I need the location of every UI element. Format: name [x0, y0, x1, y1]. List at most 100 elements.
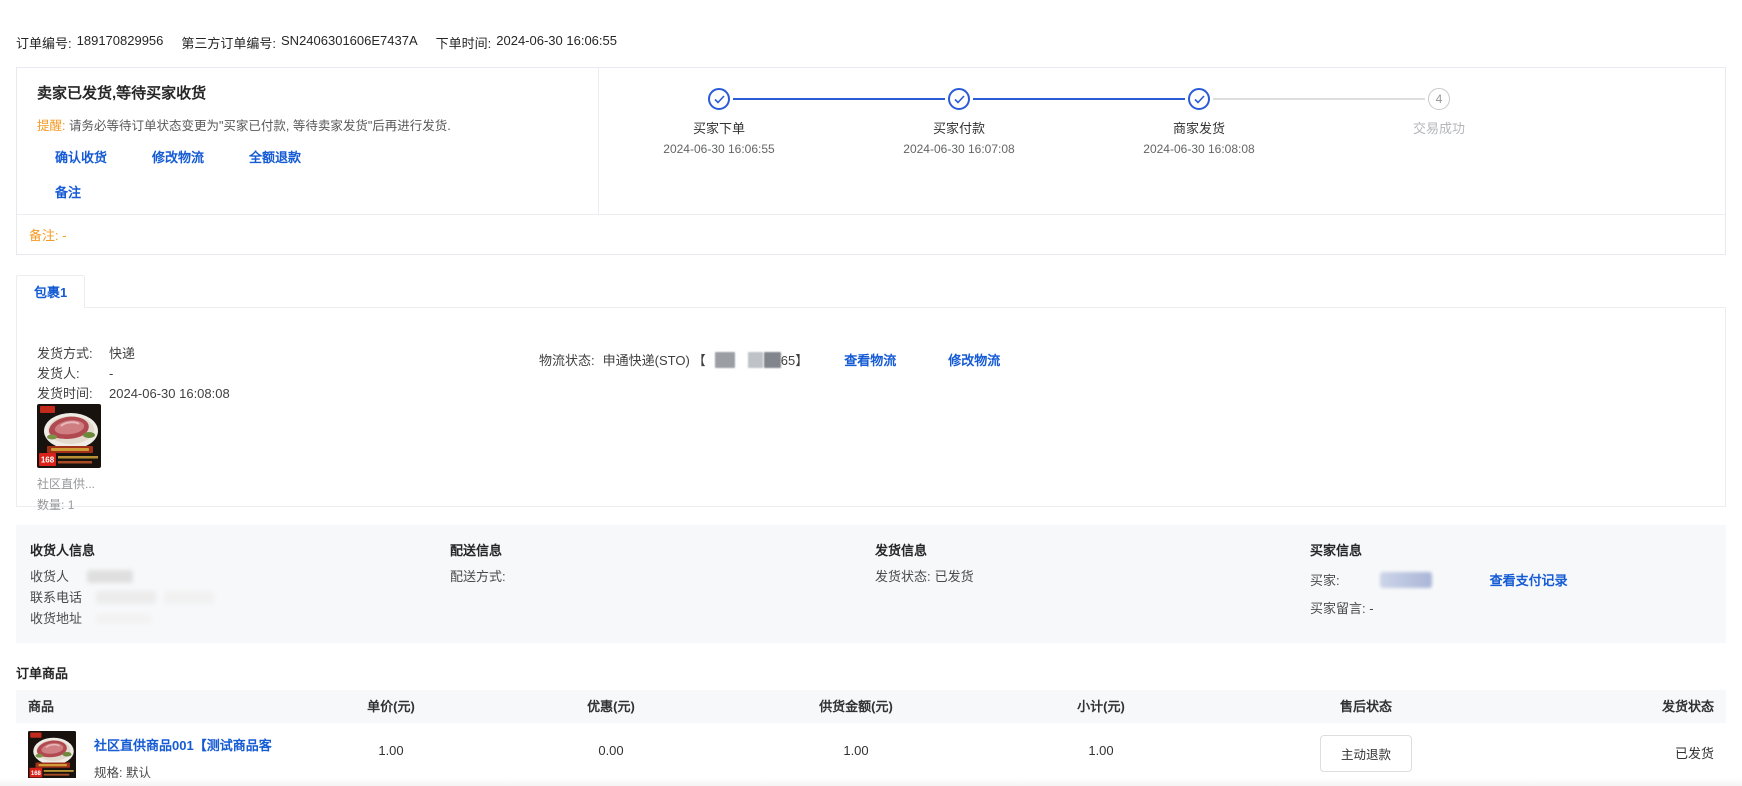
product-spec: 规格: 默认: [94, 762, 272, 781]
supply-amount-value: 1.00: [736, 729, 976, 758]
delivery-method-label: 配送方式:: [450, 568, 506, 585]
step-label: 交易成功: [1319, 118, 1559, 137]
logistics-label: 物流状态:: [539, 350, 595, 369]
subtotal-value: 1.00: [976, 729, 1226, 758]
step-label: 商家发货: [1079, 118, 1319, 137]
step-buyer-paid: 买家付款 2024-06-30 16:07:08: [839, 88, 1079, 214]
proactive-refund-button[interactable]: 主动退款: [1320, 735, 1412, 772]
tracking-redacted-block: [764, 352, 781, 368]
ship-method-label: 发货方式:: [37, 344, 109, 364]
order-item-row: 168 社区直供商品001【测试商品客 规格: 默认 数量: 1斤 1.00 0…: [16, 723, 1726, 786]
discount-value: 0.00: [486, 729, 736, 758]
order-meta: 订单编号: 189170829956 第三方订单编号: SN2406301606E7…: [16, 0, 1726, 52]
tab-package-1[interactable]: 包裹1: [16, 275, 85, 308]
step-time: 2024-06-30 16:07:08: [839, 142, 1079, 156]
package-panel: 发货方式:快递 发货人:- 发货时间:2024-06-30 16:08:08 物…: [16, 307, 1726, 507]
tracking-bracket-open: 【: [693, 350, 706, 369]
step-buyer-ordered: 买家下单 2024-06-30 16:06:55: [599, 88, 839, 214]
note-label: 备注:: [29, 228, 59, 243]
unit-price-value: 1.00: [296, 729, 486, 758]
buyer-message-label: 买家留言:: [1310, 601, 1366, 616]
logistics-status-row: 物流状态: 申通快递(STO) 【 65】 查看物流 修改物流: [539, 350, 1000, 369]
col-unit-price: 单价(元): [296, 690, 486, 723]
step-trade-success: 4 交易成功: [1319, 88, 1559, 214]
full-refund-button[interactable]: 全额退款: [249, 147, 301, 166]
tracking-redacted-block: [748, 352, 763, 368]
product-image[interactable]: 168: [37, 404, 101, 468]
receiver-phone-redacted: [164, 591, 214, 604]
order-status-title: 卖家已发货,等待买家收货: [37, 82, 578, 103]
shipping-status-label: 发货状态:: [875, 568, 931, 585]
order-detail-page: 订单编号: 189170829956 第三方订单编号: SN2406301606E7…: [0, 0, 1742, 786]
reminder-body: 请务必等待订单状态变更为"买家已付款, 等待卖家发货"后再进行发货.: [69, 119, 451, 133]
receiver-phone-redacted: [96, 591, 156, 604]
buyer-label: 买家:: [1310, 570, 1340, 589]
col-subtotal: 小计(元): [976, 690, 1226, 723]
buyer-name-redacted: [1380, 572, 1432, 588]
step-time: 2024-06-30 16:06:55: [599, 142, 839, 156]
edit-logistics-link[interactable]: 修改物流: [948, 350, 1000, 369]
delivery-info-column: 配送信息 配送方式:: [450, 540, 875, 627]
check-icon: [714, 95, 725, 104]
reminder-text: 提醒: 请务必等待订单状态变更为"买家已付款, 等待卖家发货"后再进行发货.: [37, 115, 578, 134]
shipping-status-value: 已发货: [935, 568, 974, 585]
check-icon: [1194, 95, 1205, 104]
col-discount: 优惠(元): [486, 690, 736, 723]
shipper-value: -: [109, 366, 113, 381]
shipping-info-column: 发货信息 发货状态:已发货: [875, 540, 1310, 627]
step-label: 买家下单: [599, 118, 839, 137]
order-note-row: 备注: -: [17, 214, 1725, 254]
buyer-message-value: -: [1369, 601, 1373, 616]
step-label: 买家付款: [839, 118, 1079, 137]
edit-logistics-button[interactable]: 修改物流: [152, 147, 204, 166]
view-logistics-link[interactable]: 查看物流: [844, 350, 896, 369]
order-no-label: 订单编号:: [16, 33, 72, 52]
third-party-order-label: 第三方订单编号:: [181, 33, 276, 52]
delivery-info-title: 配送信息: [450, 540, 875, 559]
logistics-carrier: 申通快递(STO): [603, 350, 690, 369]
check-icon: [954, 95, 965, 104]
product-name-link[interactable]: 社区直供商品001【测试商品客: [94, 735, 272, 754]
third-party-order-value: SN2406301606E7437A: [281, 33, 418, 52]
tracking-suffix: 65】: [781, 350, 808, 369]
col-supply-amount: 供货金额(元): [736, 690, 976, 723]
reminder-label: 提醒:: [37, 119, 65, 133]
shipping-info-title: 发货信息: [875, 540, 1310, 559]
step-merchant-shipped: 商家发货 2024-06-30 16:08:08: [1079, 88, 1319, 214]
col-ship-status: 发货状态: [1506, 690, 1726, 723]
receiver-name-label: 收货人: [30, 568, 69, 585]
product-image-price-badge: 168: [41, 456, 55, 465]
package-product-quantity: 数量: 1: [37, 496, 103, 513]
product-image-price-badge: 168: [31, 771, 42, 777]
order-progress-steps: 买家下单 2024-06-30 16:06:55 买家付款 2024-06-30…: [599, 68, 1725, 214]
receiver-address-redacted: [96, 614, 151, 624]
order-info-section: 收货人信息 收货人 联系电话 收货地址 配送信息 配送方式: 发货信息 发货状态…: [16, 525, 1726, 643]
order-items-header: 商品 单价(元) 优惠(元) 供货金额(元) 小计(元) 售后状态 发货状态: [16, 690, 1726, 723]
shipper-label: 发货人:: [37, 364, 109, 384]
note-value: -: [62, 228, 66, 243]
order-status-card: 卖家已发货,等待买家收货 提醒: 请务必等待订单状态变更为"买家已付款, 等待卖…: [16, 67, 1726, 255]
order-no-value: 189170829956: [77, 33, 164, 52]
ship-time-value: 2024-06-30 16:08:08: [109, 386, 230, 401]
step-number: 4: [1436, 92, 1443, 106]
ship-method-value: 快递: [109, 346, 135, 361]
ship-status-value: 已发货: [1506, 729, 1726, 762]
col-product: 商品: [16, 690, 296, 723]
ship-time-label: 发货时间:: [37, 384, 109, 404]
buyer-info-title: 买家信息: [1310, 540, 1712, 559]
tracking-redacted-block: [715, 352, 735, 368]
order-time-label: 下单时间:: [436, 33, 492, 52]
view-payment-records-link[interactable]: 查看支付记录: [1490, 570, 1568, 589]
product-image[interactable]: 168: [28, 731, 76, 779]
receiver-phone-label: 联系电话: [30, 589, 82, 606]
confirm-receipt-button[interactable]: 确认收货: [55, 147, 107, 166]
buyer-info-column: 买家信息 买家: 查看支付记录 买家留言: -: [1310, 540, 1712, 627]
receiver-name-redacted: [87, 570, 133, 583]
receiver-address-label: 收货地址: [30, 610, 82, 627]
receiver-info-title: 收货人信息: [30, 540, 450, 559]
order-items-table: 商品 单价(元) 优惠(元) 供货金额(元) 小计(元) 售后状态 发货状态: [16, 690, 1726, 786]
note-button[interactable]: 备注: [55, 182, 81, 201]
package-product-name: 社区直供...: [37, 475, 103, 492]
receiver-info-column: 收货人信息 收货人 联系电话 收货地址: [30, 540, 450, 627]
order-items-title: 订单商品: [16, 663, 1726, 682]
